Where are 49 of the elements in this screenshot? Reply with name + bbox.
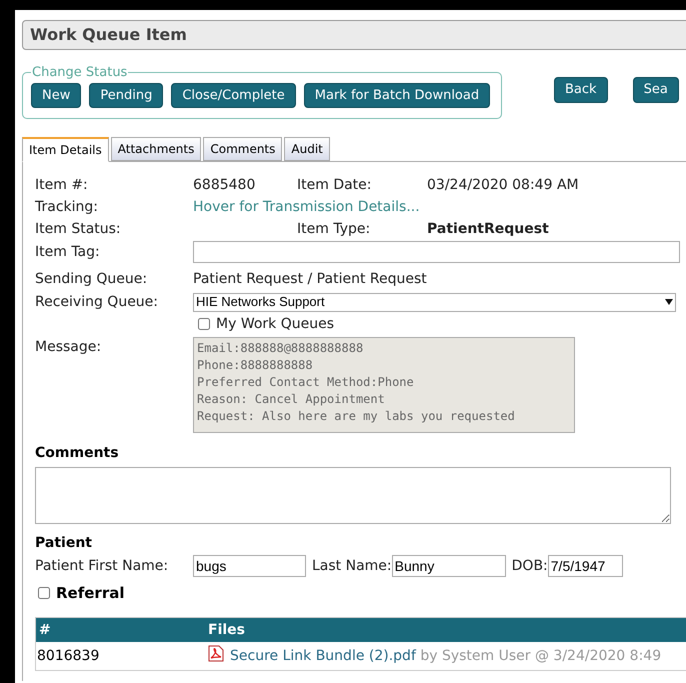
- field-label: Item Status:: [35, 220, 122, 238]
- tab[interactable]: Attachments: [110, 137, 202, 161]
- status-button[interactable]: Mark for Batch Download: [304, 82, 490, 108]
- file-link[interactable]: Secure Link Bundle (2).pdf: [230, 648, 416, 664]
- field-value: Patient Request / Patient Request: [193, 270, 427, 288]
- file-meta: by System User @ 3/24/2020 8:49: [420, 648, 662, 664]
- field-label: Item #:: [35, 176, 89, 194]
- section-heading: Comments: [35, 444, 120, 463]
- field-label: Message:: [35, 338, 102, 357]
- nav-button[interactable]: Sea: [632, 77, 679, 102]
- status-button[interactable]: New: [31, 82, 82, 108]
- field-label: Item Date:: [297, 176, 372, 194]
- field-label: Patient First Name:: [35, 556, 170, 576]
- field-label: Item Type:: [297, 220, 372, 238]
- message-textarea[interactable]: Email:888888@8888888888 Phone:8888888888 Preferred Contact Method:Phone Reason: Cancel Appointment Request: Also here are my labs you requested: [193, 337, 575, 433]
- field-label: Item Tag:: [35, 242, 101, 262]
- field-label: DOB:: [512, 556, 548, 576]
- field-value: 6885480: [193, 176, 256, 194]
- section-heading: Patient: [35, 534, 93, 553]
- field-label: Receiving Queue:: [35, 292, 160, 312]
- checkbox-label: Referral: [56, 582, 124, 604]
- dob-field[interactable]: 7/5/1947: [548, 555, 623, 577]
- first-name-field[interactable]: bugs: [193, 555, 306, 577]
- pdf-file-icon: [208, 644, 224, 662]
- checkbox[interactable]: [198, 318, 210, 330]
- nav-button[interactable]: Back: [554, 77, 608, 102]
- receiving-queue-dropdown[interactable]: HIE Networks Support: [193, 292, 676, 312]
- column-header: #: [38, 620, 52, 640]
- panel-legend: Change Status: [31, 63, 128, 82]
- tracking-link[interactable]: Hover for Transmission Details...: [193, 196, 420, 218]
- status-button[interactable]: Pending: [89, 82, 164, 108]
- field-value: PatientRequest: [427, 220, 549, 238]
- field-label: Last Name:: [312, 556, 392, 576]
- tab[interactable]: Comments: [203, 137, 282, 161]
- field-label: Sending Queue:: [35, 270, 148, 288]
- checkbox[interactable]: [38, 587, 50, 599]
- tab[interactable]: Audit: [284, 137, 330, 161]
- checkbox-label: My Work Queues: [216, 314, 334, 334]
- last-name-field[interactable]: Bunny: [392, 555, 506, 577]
- field-value: 03/24/2020 08:49 AM: [427, 176, 579, 194]
- status-button[interactable]: Close/Complete: [171, 82, 296, 108]
- dropdown-arrow-icon: [665, 299, 673, 305]
- column-header: Files: [208, 620, 245, 640]
- comments-textarea[interactable]: [35, 467, 671, 524]
- field-label: Tracking:: [35, 198, 99, 216]
- item-tag-field[interactable]: [193, 241, 680, 263]
- tab[interactable]: Item Details: [22, 137, 109, 162]
- page-title: Work Queue Item: [30, 24, 187, 46]
- table-cell-text: 8016839: [36, 646, 100, 666]
